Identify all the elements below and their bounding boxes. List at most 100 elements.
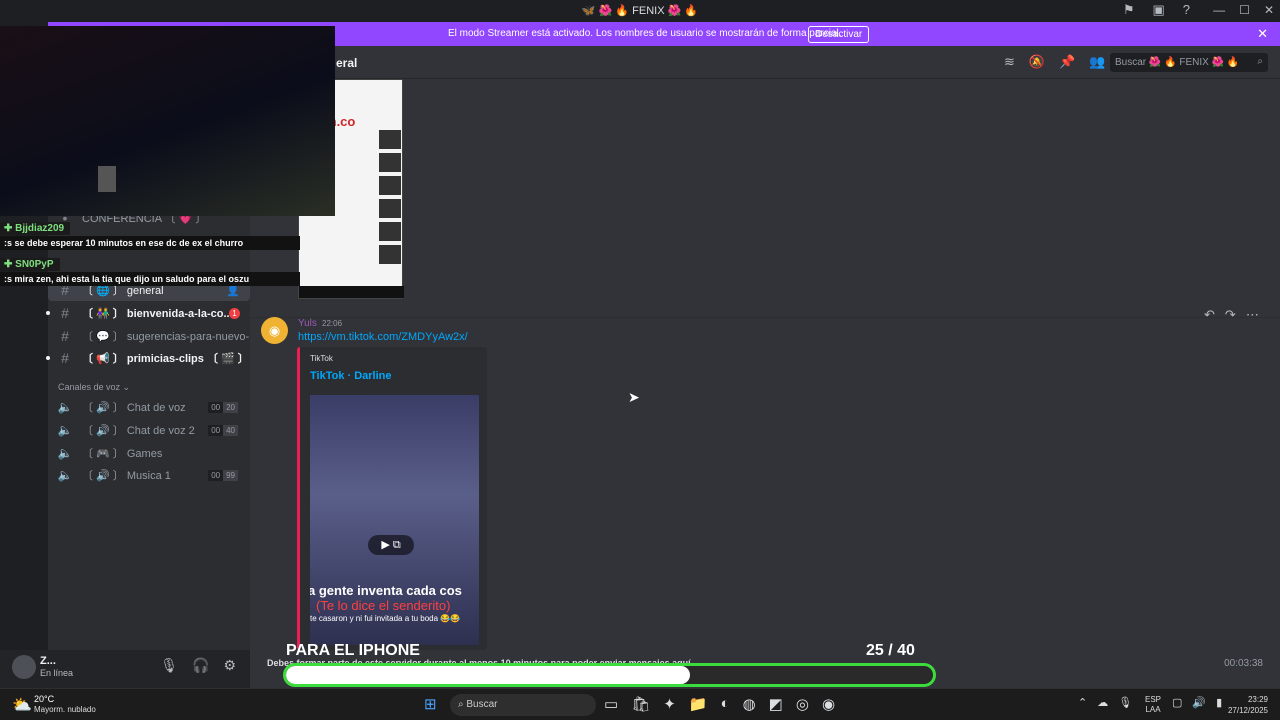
goal-count: 25 / 40 [866,642,915,659]
flag-icon[interactable]: ⚑ [1123,2,1135,18]
chevron-up-icon[interactable]: ⌃ [1078,696,1087,709]
sidebar-item-games[interactable]: 🔈 〔 🎮 〕 Games [48,442,250,464]
voice-label: 〔 🔊 〕 Chat de voz [82,402,186,414]
taskbar-apps: ⊞ [424,695,437,713]
reply-icon[interactable]: ↶ [1204,307,1215,323]
weather-temp[interactable]: 20°C [34,694,54,704]
onedrive-icon[interactable]: ☁ [1097,696,1108,709]
channel-label: 〔 📢 〕 primicias-clips 〔 🎬 〕 [82,353,249,365]
user-limit: 00 40 [208,424,238,436]
sidebar-item-sugerencias[interactable]: # 〔 💬 〕 sugerencias-para-nuevo-... [48,325,250,347]
speaker-icon: 🔈 [57,468,73,482]
search-input[interactable]: Buscar 🌺 🔥 FENIX 🌺 🔥 ⌕ [1110,53,1268,72]
message-actions: ↶ ↷ ⋯ [1204,307,1259,323]
headphones-icon[interactable]: 🎧 [192,657,209,674]
weather-desc: Mayorm. nublado [34,705,96,714]
mute-icon[interactable]: 🔕 [1029,54,1045,70]
close-window-button[interactable]: ✕ [1264,3,1274,17]
mic-tray-icon[interactable]: 🎙 [1118,696,1132,709]
phone-navbar [299,286,404,298]
members-icon[interactable]: 👥 [1089,54,1105,70]
message-divider [250,317,1280,318]
video-caption-1: a gente inventa cada cos [310,583,462,598]
embed-video[interactable]: ▶ ⧉ a gente inventa cada cos (Te lo dice… [310,395,479,645]
channel-title: eral [336,56,358,70]
app-icon[interactable]: ◩ [769,695,783,713]
hash-icon: # [61,305,69,321]
pin-icon[interactable]: 📌 [1059,54,1075,70]
chat-user: ✚ Bjjdiaz209 [0,222,71,235]
help-icon[interactable]: ? [1183,2,1190,18]
voice-label: 〔 🔊 〕 Musica 1 [82,470,171,482]
threads-icon[interactable]: ≋ [1004,54,1015,70]
inbox-icon[interactable]: ▣ [1152,2,1164,18]
folder-icon[interactable]: 📁 [689,695,708,713]
webcam-overlay [0,26,335,216]
sidebar-item-chat-de-voz[interactable]: 🔈 〔 🔊 〕 Chat de voz 00 20 [48,396,250,418]
volume-icon[interactable]: 🔊 [1192,696,1206,709]
play-icon[interactable]: ▶ ⧉ [368,535,414,555]
chat-overlay-item: ✚ Bjjdiaz209 :s se debe esperar 10 minut… [0,218,300,250]
edge-icon[interactable]: ◐ [721,695,730,713]
embed-title[interactable]: TikTok · Darline [310,370,392,382]
weather-icon[interactable]: ⛅ [12,695,32,715]
banner-close-icon[interactable]: ✕ [1257,26,1268,42]
message-author[interactable]: Yuls [298,318,317,329]
sidebar-item-primicias[interactable]: # 〔 📢 〕 primicias-clips 〔 🎬 〕 [46,347,250,369]
user-controls: 🎙 🎧 ⚙ [160,657,236,674]
user-status: En línea [40,668,74,678]
mouse-cursor-icon: ➤ [628,389,640,405]
speaker-icon: 🔈 [57,400,73,414]
copilot-icon[interactable]: ✦ [663,695,676,713]
battery-icon[interactable]: ▮ [1216,696,1222,709]
hash-icon: # [61,328,69,344]
window-controls: — ☐ ✕ [1213,3,1274,17]
title-bar: 🦋 🌺 🔥 FENIX 🌺 🔥 ⚑ ▣ ? — ☐ ✕ [0,0,1280,22]
gear-icon[interactable]: ⚙ [223,657,236,674]
search-icon: ⌕ [1257,56,1263,67]
hash-icon: # [61,350,69,366]
goal-progress-bar [283,663,936,687]
channel-label: 〔 👫 〕 bienvenida-a-la-co... [82,308,229,320]
embed-provider: TikTok [310,354,333,363]
stream-timer: 00:03:38 [1224,658,1263,669]
minimize-button[interactable]: — [1213,3,1225,17]
microphone-icon[interactable]: 🎙 [160,657,178,674]
sidebar-item-musica-1[interactable]: 🔈 〔 🔊 〕 Musica 1 00 99 [48,464,250,486]
speaker-icon: 🔈 [57,423,73,437]
more-icon[interactable]: ⋯ [1246,307,1259,323]
forward-icon[interactable]: ↷ [1225,307,1236,323]
avatar[interactable] [12,655,36,679]
maximize-button[interactable]: ☐ [1239,3,1250,17]
taskbar: ⛅ 20°C Mayorm. nublado ⊞ ⌕ Buscar ▭ 🛍 ✦ … [0,688,1280,720]
message-time: 22:06 [322,319,343,328]
message-link[interactable]: https://vm.tiktok.com/ZMDYyAw2x/ [298,331,468,343]
banner-text: El modo Streamer está activado. Los nomb… [448,28,842,39]
user-limit: 00 20 [208,401,238,413]
taskbar-search[interactable]: ⌕ Buscar [450,694,596,716]
webcam-object [98,166,116,192]
message-area: ◉ Yuls 22:06 https://vm.tiktok.com/ZMDYy… [250,79,1280,650]
channel-header: eral ≋ 🔕 📌 👥 Buscar 🌺 🔥 FENIX 🌺 🔥 ⌕ [250,46,1280,79]
windows-start-icon[interactable]: ⊞ [424,695,437,713]
sidebar-item-chat-de-voz-2[interactable]: 🔈 〔 🔊 〕 Chat de voz 2 00 40 [48,419,250,441]
video-caption-3: te casaron y ni fui invitada a tu boda 😂… [310,614,461,623]
network-icon[interactable]: ▢ [1172,696,1182,709]
voice-category-header[interactable]: Canales de voz ⌄ [58,382,130,393]
taskbar-clock[interactable]: 23:29 27/12/2025 [1228,694,1268,716]
window-title: 🦋 🌺 🔥 FENIX 🌺 🔥 [581,5,699,17]
mention-badge: 1 [229,307,240,319]
sidebar-item-bienvenida[interactable]: # 〔 👫 〕 bienvenida-a-la-co... 1 [46,302,250,324]
voice-label: 〔 🔊 〕 Chat de voz 2 [82,425,195,437]
disable-streamer-button[interactable]: Desactivar [808,26,870,43]
language-indicator[interactable]: ESP LAA [1145,695,1161,715]
task-view-icon[interactable]: ▭ [604,695,618,713]
voice-label: 〔 🎮 〕 Games [82,448,163,460]
user-panel: Z... En línea 🎙 🎧 ⚙ [0,650,250,688]
unread-dot [46,356,50,360]
author-avatar[interactable]: ◉ [261,317,288,344]
obs-icon[interactable]: ◉ [822,695,835,713]
discord-icon[interactable]: ◍ [743,695,756,713]
game-icon[interactable]: ◎ [796,695,809,713]
store-icon[interactable]: 🛍 [631,695,650,713]
